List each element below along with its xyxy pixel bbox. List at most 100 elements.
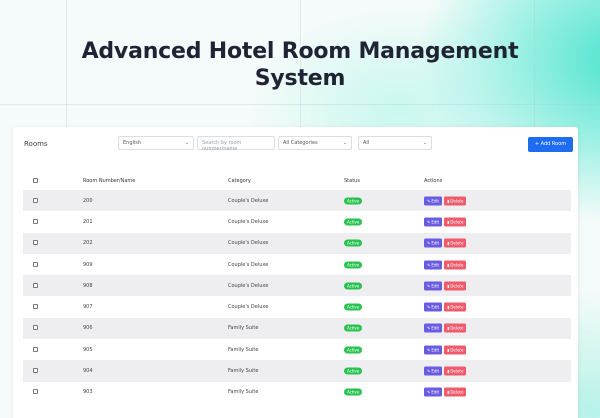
table-row: 200 Couple's Deluxe Active ✎Edit ▮Delete — [23, 190, 571, 212]
status-select[interactable]: All ⌄ — [358, 136, 432, 150]
edit-button[interactable]: ✎Edit — [424, 345, 443, 355]
room-category: Family Suite — [228, 368, 259, 375]
row-checkbox[interactable] — [33, 197, 38, 204]
edit-button[interactable]: ✎Edit — [424, 302, 443, 312]
actions-cell: ✎Edit ▮Delete — [424, 196, 467, 206]
edit-button[interactable]: ✎Edit — [424, 366, 443, 376]
room-number: 200 — [83, 197, 93, 204]
row-checkbox[interactable] — [33, 218, 38, 225]
status-badge: Active — [344, 197, 363, 205]
row-checkbox[interactable] — [33, 389, 38, 395]
delete-label: Delete — [450, 219, 464, 225]
toolbar: Rooms English ⌄ Search by room number/na… — [13, 127, 578, 163]
row-checkbox[interactable] — [33, 368, 38, 374]
room-number: 904 — [83, 368, 93, 375]
edit-icon: ✎ — [427, 262, 431, 268]
edit-icon: ✎ — [427, 240, 431, 246]
edit-icon: ✎ — [427, 368, 431, 374]
row-checkbox[interactable] — [33, 261, 38, 268]
edit-icon: ✎ — [427, 347, 431, 353]
delete-label: Delete — [450, 389, 464, 395]
status-badge: Active — [344, 218, 363, 226]
delete-button[interactable]: ▮Delete — [444, 260, 467, 270]
category-select-value: All Categories — [283, 140, 318, 146]
delete-button[interactable]: ▮Delete — [444, 196, 467, 206]
status-cell: Active — [344, 388, 363, 396]
row-checkbox[interactable] — [33, 325, 38, 331]
trash-icon: ▮ — [447, 389, 450, 395]
chevron-down-icon: ⌄ — [342, 140, 347, 146]
status-cell: Active — [344, 346, 363, 354]
status-cell: Active — [344, 282, 363, 290]
room-category: Couple's Deluxe — [228, 197, 269, 204]
room-number: 905 — [83, 346, 93, 353]
edit-label: Edit — [431, 283, 440, 289]
search-input[interactable]: Search by room number/name — [197, 136, 275, 152]
add-room-label: Add Room — [540, 141, 567, 147]
delete-button[interactable]: ▮Delete — [444, 302, 467, 312]
room-category: Couple's Deluxe — [228, 261, 269, 268]
room-number: 201 — [83, 218, 93, 225]
table-row: 201 Couple's Deluxe Active ✎Edit ▮Delete — [23, 211, 571, 232]
edit-button[interactable]: ✎Edit — [424, 217, 443, 227]
edit-button[interactable]: ✎Edit — [424, 387, 443, 397]
status-cell: Active — [344, 303, 363, 311]
room-category: Family Suite — [228, 389, 259, 396]
delete-button[interactable]: ▮Delete — [444, 217, 467, 227]
status-badge: Active — [344, 388, 363, 396]
delete-label: Delete — [450, 198, 464, 204]
background-gridline — [0, 104, 600, 105]
trash-icon: ▮ — [447, 262, 450, 268]
edit-button[interactable]: ✎Edit — [424, 260, 443, 270]
trash-icon: ▮ — [447, 198, 450, 204]
delete-button[interactable]: ▮Delete — [444, 238, 467, 248]
status-cell: Active — [344, 197, 363, 205]
row-checkbox[interactable] — [33, 304, 38, 310]
status-badge: Active — [344, 324, 363, 332]
delete-label: Delete — [450, 262, 464, 268]
status-cell: Active — [344, 239, 363, 247]
headline-line-1: Advanced Hotel Room Management — [81, 39, 519, 64]
status-select-value: All — [363, 140, 370, 146]
table-row: 909 Couple's Deluxe Active ✎Edit ▮Delete — [23, 254, 571, 275]
table-row: 904 Family Suite Active ✎Edit ▮Delete — [23, 360, 571, 382]
table-row: 906 Family Suite Active ✎Edit ▮Delete — [23, 317, 571, 340]
header-category: Category — [228, 178, 251, 184]
status-badge: Active — [344, 239, 363, 247]
edit-button[interactable]: ✎Edit — [424, 196, 443, 206]
trash-icon: ▮ — [447, 240, 450, 246]
delete-button[interactable]: ▮Delete — [444, 366, 467, 376]
actions-cell: ✎Edit ▮Delete — [424, 281, 467, 291]
edit-button[interactable]: ✎Edit — [424, 323, 443, 333]
actions-cell: ✎Edit ▮Delete — [424, 302, 467, 312]
row-checkbox[interactable] — [33, 240, 38, 246]
add-room-button[interactable]: + Add Room — [528, 137, 573, 152]
header-actions: Actions — [424, 178, 443, 184]
room-category: Family Suite — [228, 346, 259, 353]
edit-label: Edit — [431, 262, 440, 268]
room-category: Couple's Deluxe — [228, 240, 269, 247]
select-all-checkbox[interactable] — [33, 178, 38, 184]
delete-button[interactable]: ▮Delete — [444, 345, 467, 355]
delete-label: Delete — [450, 325, 464, 331]
trash-icon: ▮ — [447, 347, 450, 353]
rooms-panel: Rooms English ⌄ Search by room number/na… — [13, 127, 578, 418]
delete-label: Delete — [450, 304, 464, 310]
row-checkbox[interactable] — [33, 346, 38, 353]
table-row: 905 Family Suite Active ✎Edit ▮Delete — [23, 339, 571, 360]
edit-button[interactable]: ✎Edit — [424, 238, 443, 248]
language-select[interactable]: English ⌄ — [118, 136, 194, 150]
page-headline: Advanced Hotel Room Management System — [0, 38, 600, 92]
row-checkbox[interactable] — [33, 282, 38, 289]
status-cell: Active — [344, 324, 363, 332]
delete-button[interactable]: ▮Delete — [444, 281, 467, 291]
edit-label: Edit — [431, 325, 440, 331]
category-select[interactable]: All Categories ⌄ — [278, 136, 352, 150]
delete-button[interactable]: ▮Delete — [444, 323, 467, 333]
status-badge: Active — [344, 303, 363, 311]
search-placeholder: Search by room number/name — [202, 140, 242, 152]
actions-cell: ✎Edit ▮Delete — [424, 366, 467, 376]
delete-button[interactable]: ▮Delete — [444, 387, 467, 397]
edit-button[interactable]: ✎Edit — [424, 281, 443, 291]
table-row: 908 Couple's Deluxe Active ✎Edit ▮Delete — [23, 275, 571, 297]
